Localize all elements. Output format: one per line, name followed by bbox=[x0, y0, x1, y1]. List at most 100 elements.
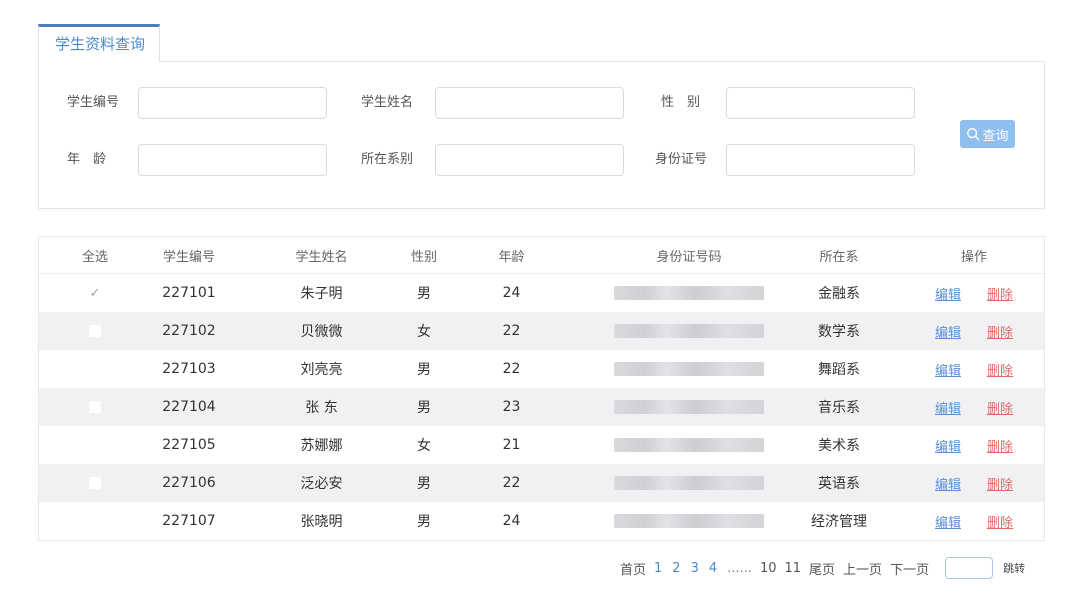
col-student-id: 学生编号 bbox=[162, 249, 215, 265]
row-checkbox[interactable] bbox=[89, 325, 101, 337]
student-id-cell: 227103 bbox=[162, 361, 216, 377]
department-cell: 经济管理 bbox=[811, 514, 867, 530]
edit-link[interactable]: 编辑 bbox=[935, 474, 961, 493]
redacted-blur bbox=[614, 438, 764, 452]
row-checkbox-cell[interactable] bbox=[55, 350, 135, 388]
student-name-input[interactable] bbox=[435, 87, 624, 119]
student-table: 全选 学生编号 学生姓名 性别 年龄 身份证号码 所在系 操作 ✓ 227101 朱… bbox=[38, 236, 1045, 541]
id-number-cell-redacted bbox=[579, 426, 799, 464]
edit-link[interactable]: 编辑 bbox=[935, 512, 961, 531]
pagination: 首页 1 2 3 4 ...... 10 11 尾页 上一页 下一页 跳转 bbox=[620, 556, 1033, 580]
col-operations: 操作 bbox=[960, 249, 987, 265]
student-id-cell: 227105 bbox=[162, 437, 216, 453]
age-input[interactable] bbox=[138, 144, 327, 176]
student-id-cell: 227106 bbox=[162, 475, 216, 491]
student-name-label: 学生姓名 bbox=[361, 95, 414, 110]
col-department: 所在系 bbox=[819, 249, 859, 265]
delete-link[interactable]: 删除 bbox=[987, 284, 1013, 303]
table-row: 227103 刘亮亮 男 22 舞蹈系 编辑 删除 bbox=[39, 350, 1044, 388]
redacted-blur bbox=[614, 476, 764, 490]
sex-label: 性 别 bbox=[661, 95, 701, 110]
delete-link[interactable]: 删除 bbox=[987, 360, 1013, 379]
edit-link[interactable]: 编辑 bbox=[935, 284, 961, 303]
operations-cell: 编辑 删除 bbox=[919, 274, 1029, 312]
student-id-input[interactable] bbox=[138, 87, 327, 119]
sex-cell: 女 bbox=[417, 324, 431, 340]
search-icon bbox=[967, 128, 980, 141]
age-cell: 23 bbox=[502, 399, 521, 415]
student-id-cell: 227102 bbox=[162, 323, 216, 339]
department-cell: 数学系 bbox=[818, 324, 860, 340]
row-checkbox-cell[interactable] bbox=[55, 426, 135, 464]
page-2-link[interactable]: 2 bbox=[672, 561, 680, 576]
sex-cell: 男 bbox=[417, 476, 431, 492]
sex-cell: 男 bbox=[417, 400, 431, 416]
id-number-cell-redacted bbox=[579, 502, 799, 540]
edit-link[interactable]: 编辑 bbox=[935, 360, 961, 379]
id-number-cell-redacted bbox=[579, 388, 799, 426]
table-row: 227104 张 东 男 23 音乐系 编辑 删除 bbox=[39, 388, 1044, 426]
department-label: 所在系别 bbox=[361, 152, 414, 167]
delete-link[interactable]: 删除 bbox=[987, 436, 1013, 455]
delete-link[interactable]: 删除 bbox=[987, 474, 1013, 493]
student-id-label: 学生编号 bbox=[67, 95, 120, 110]
student-id-cell: 227101 bbox=[162, 285, 216, 301]
row-checkbox[interactable] bbox=[89, 401, 101, 413]
department-cell: 舞蹈系 bbox=[818, 362, 860, 378]
sex-cell: 男 bbox=[417, 362, 431, 378]
student-name-cell: 张晓明 bbox=[300, 514, 343, 530]
page-11-link[interactable]: 11 bbox=[784, 561, 801, 576]
edit-link[interactable]: 编辑 bbox=[935, 322, 961, 341]
age-cell: 24 bbox=[502, 513, 521, 529]
delete-link[interactable]: 删除 bbox=[987, 398, 1013, 417]
sex-cell: 女 bbox=[417, 438, 431, 454]
row-checkbox-cell[interactable] bbox=[55, 388, 135, 426]
checkmark-icon: ✓ bbox=[89, 285, 101, 301]
id-number-cell-redacted bbox=[579, 274, 799, 312]
jump-page-input[interactable] bbox=[945, 557, 994, 579]
row-checkbox-cell[interactable] bbox=[55, 312, 135, 350]
redacted-blur bbox=[614, 400, 764, 414]
age-cell: 21 bbox=[502, 437, 521, 453]
first-page-link[interactable]: 首页 bbox=[620, 559, 646, 578]
page-10-link[interactable]: 10 bbox=[760, 561, 777, 576]
redacted-blur bbox=[614, 286, 764, 300]
department-cell: 金融系 bbox=[818, 286, 860, 302]
student-name-cell: 朱子明 bbox=[300, 286, 343, 302]
last-page-link[interactable]: 尾页 bbox=[809, 559, 835, 578]
table-row: 227105 苏娜娜 女 21 美术系 编辑 删除 bbox=[39, 426, 1044, 464]
table-header: 全选 学生编号 学生姓名 性别 年龄 身份证号码 所在系 操作 bbox=[39, 237, 1044, 274]
student-name-cell: 张 东 bbox=[305, 400, 338, 416]
select-all-header[interactable]: 全选 bbox=[55, 237, 135, 273]
edit-link[interactable]: 编辑 bbox=[935, 398, 961, 417]
tab-student-query[interactable]: 学生资料查询 bbox=[38, 24, 160, 62]
table-row: ✓ 227101 朱子明 男 24 金融系 编辑 删除 bbox=[39, 274, 1044, 312]
page-1-link[interactable]: 1 bbox=[654, 561, 662, 576]
sex-cell: 男 bbox=[417, 514, 431, 530]
id-card-label: 身份证号 bbox=[655, 152, 708, 167]
operations-cell: 编辑 删除 bbox=[919, 388, 1029, 426]
delete-link[interactable]: 删除 bbox=[987, 512, 1013, 531]
id-number-cell-redacted bbox=[579, 312, 799, 350]
sex-input[interactable] bbox=[726, 87, 915, 119]
delete-link[interactable]: 删除 bbox=[987, 322, 1013, 341]
page-3-link[interactable]: 3 bbox=[691, 561, 699, 576]
row-checkbox-cell[interactable] bbox=[55, 502, 135, 540]
row-checkbox-cell[interactable]: ✓ bbox=[55, 274, 135, 312]
id-card-input[interactable] bbox=[726, 144, 915, 176]
student-name-cell: 泛必安 bbox=[300, 476, 343, 492]
row-checkbox-cell[interactable] bbox=[55, 464, 135, 502]
department-input[interactable] bbox=[435, 144, 624, 176]
operations-cell: 编辑 删除 bbox=[919, 350, 1029, 388]
table-row: 227102 贝微微 女 22 数学系 编辑 删除 bbox=[39, 312, 1044, 350]
jump-button[interactable]: 跳转 bbox=[1003, 560, 1025, 576]
department-cell: 音乐系 bbox=[818, 400, 860, 416]
operations-cell: 编辑 删除 bbox=[919, 464, 1029, 502]
query-button[interactable]: 查询 bbox=[960, 120, 1015, 148]
row-checkbox[interactable] bbox=[89, 477, 101, 489]
student-id-cell: 227104 bbox=[162, 399, 216, 415]
prev-page-link[interactable]: 上一页 bbox=[843, 559, 882, 578]
edit-link[interactable]: 编辑 bbox=[935, 436, 961, 455]
next-page-link[interactable]: 下一页 bbox=[890, 559, 929, 578]
page-4-link[interactable]: 4 bbox=[709, 561, 717, 576]
